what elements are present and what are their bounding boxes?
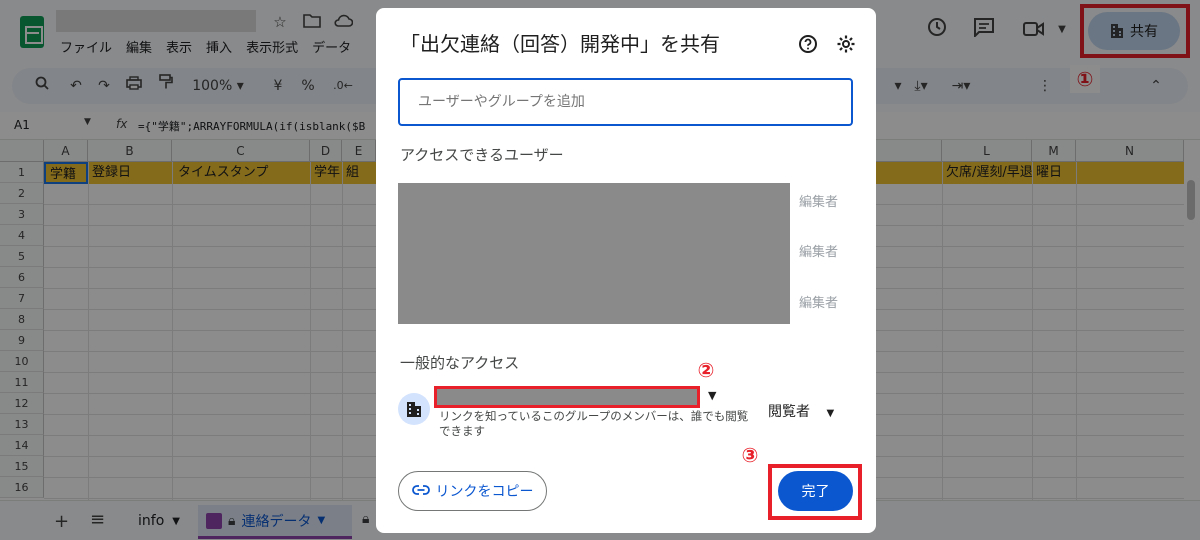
callout-three: ③ (741, 443, 759, 467)
share-dialog: 「出欠連絡（回答）開発中」を共有 アクセスできるユーザー 編集者 編集者 編集者… (376, 8, 876, 533)
user-role-label[interactable]: 編集者 (799, 191, 838, 210)
user-role-label[interactable]: 編集者 (799, 241, 838, 260)
highlight-access-scope (434, 386, 700, 408)
access-users-heading: アクセスできるユーザー (400, 146, 564, 164)
access-scope-dropdown-icon[interactable]: ▼ (708, 389, 716, 402)
domain-building-icon (398, 393, 430, 425)
link-icon (411, 483, 430, 499)
viewer-role-select[interactable]: 閲覧者 ▼ (768, 401, 834, 421)
general-access-description: リンクを知っているこのグループのメンバーは、誰でも閲覧できます (439, 409, 749, 438)
highlight-done-button (768, 464, 862, 520)
copy-link-button[interactable]: リンクをコピー (398, 471, 547, 511)
dialog-title: 「出欠連絡（回答）開発中」を共有 (400, 32, 720, 56)
chevron-down-icon: ▼ (826, 408, 835, 419)
user-role-label[interactable]: 編集者 (799, 292, 838, 311)
settings-gear-icon[interactable] (836, 34, 858, 56)
help-icon[interactable] (798, 34, 820, 56)
viewer-role-label: 閲覧者 (768, 404, 810, 420)
users-list-redacted (398, 183, 790, 324)
general-access-heading: 一般的なアクセス (400, 354, 520, 372)
callout-two: ② (697, 358, 715, 382)
add-people-input[interactable] (398, 78, 853, 126)
copy-link-label: リンクをコピー (435, 484, 534, 500)
